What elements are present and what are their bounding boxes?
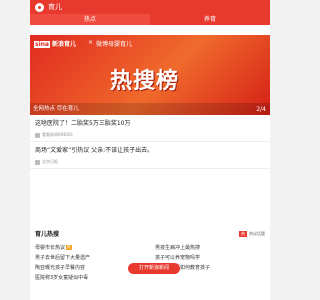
news-source: 看看新闻KNEWS <box>42 132 73 137</box>
tab-parenting[interactable]: 养育 <box>150 14 270 25</box>
open-app-button[interactable]: 打开新浪新闻 <box>128 263 180 274</box>
hot-item-text: 医院称3岁女童疑似中毒 <box>35 274 89 281</box>
hot-topics-link[interactable]: 热议话题 <box>249 231 265 237</box>
banner-brand-name: 新浪育儿 <box>51 41 76 48</box>
banner-brand: sina 新浪育儿 <box>34 39 76 48</box>
source-icon <box>35 159 40 165</box>
banner-caption: 全网热点 尽在育儿 <box>30 103 270 115</box>
hot-item-text: 孩子可以养宠物吗学 <box>155 254 201 261</box>
top-header: 育儿 <box>30 0 270 14</box>
tab-bar: 热点 养育 <box>30 14 270 25</box>
promo-banner[interactable]: sina 新浪育儿 × 微博母婴育儿 热搜榜 全网热点 尽在育儿 2/4 <box>30 35 270 115</box>
hot-search-list: 母婴市长热议热 男孩生病冲上最热搜 男子去世后留下大量遗产 孩子可以养宠物吗学 … <box>30 239 270 282</box>
source-icon <box>35 132 40 138</box>
sina-logo-icon[interactable] <box>35 2 44 12</box>
hot-item[interactable]: 男子去世后留下大量遗产 <box>35 252 145 262</box>
hot-item-text: 男孩生病冲上最热搜 <box>155 244 201 251</box>
page: 育儿 热点 养育 sina 新浪育儿 × 微博母婴育儿 热搜榜 全网热点 尽在育儿… <box>30 0 270 300</box>
hot-tag: 热 <box>66 244 72 250</box>
hot-item[interactable]: 母婴市长热议热 <box>35 242 145 252</box>
hot-item[interactable]: 医院称3岁女童疑似中毒 <box>35 272 145 282</box>
hot-search-actions: 热 热议话题 <box>239 230 265 237</box>
news-source: 北京日报 <box>42 159 58 164</box>
channel-title: 育儿 <box>48 3 62 11</box>
hot-item[interactable]: 男孩生病冲上最热搜 <box>155 242 265 252</box>
banner-headline: 热搜榜 <box>110 69 180 94</box>
hot-item-text: 母婴市长热议 <box>35 244 66 251</box>
hot-badge: 热 <box>239 230 247 237</box>
news-meta: 北京日报 <box>35 159 266 165</box>
news-title: 这啥医院了！二胎奖5万三胎奖10万 <box>35 120 131 127</box>
banner-partner: 微博母婴育儿 <box>96 41 133 48</box>
banner-sina-logo: sina <box>34 41 50 48</box>
news-item[interactable]: 商场“文爱家”引热议 父亲:不该让孩子出去。 北京日报 <box>30 142 270 169</box>
banner-separator: × <box>88 39 94 46</box>
news-meta: 看看新闻KNEWS <box>35 132 266 138</box>
hot-search-title: 育儿热搜 <box>35 231 60 238</box>
hot-item[interactable]: 孩子可以养宠物吗学 <box>155 252 265 262</box>
news-title: 商场“文爱家”引热议 父亲:不该让孩子出去。 <box>35 147 154 154</box>
hot-search-header: 育儿热搜 热 热议话题 <box>30 228 270 239</box>
hot-item-text: 陶亚曝光孩子早餐内容 <box>35 264 86 271</box>
banner-pager: 2/4 <box>256 106 266 113</box>
tab-hot[interactable]: 热点 <box>30 14 150 25</box>
hot-item-text: 男子去世后留下大量遗产 <box>35 254 91 261</box>
news-item[interactable]: 这啥医院了！二胎奖5万三胎奖10万 看看新闻KNEWS <box>30 115 270 142</box>
